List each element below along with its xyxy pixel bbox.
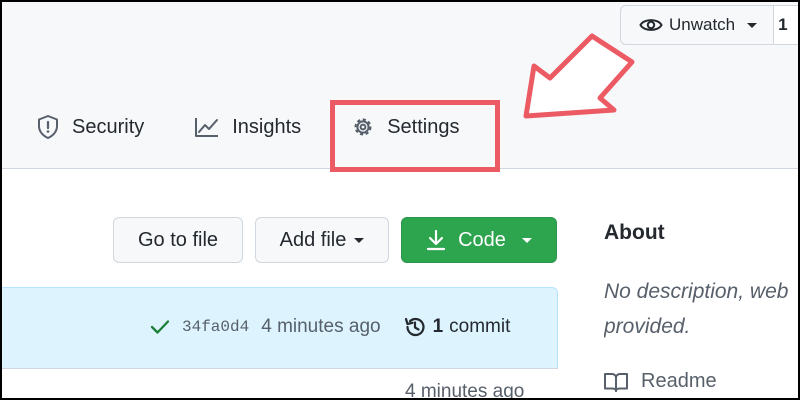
- commit-count-label: commit: [449, 316, 511, 337]
- annotation-arrow: [523, 33, 635, 119]
- chevron-down-icon: [354, 237, 365, 243]
- go-to-file-label: Go to file: [137, 228, 219, 251]
- code-button[interactable]: Code: [401, 217, 557, 263]
- download-icon: [426, 229, 446, 251]
- check-icon: [150, 320, 170, 334]
- history-icon: [404, 317, 425, 337]
- book-icon: [604, 372, 628, 392]
- settings-highlight-box: [330, 100, 500, 172]
- screenshot-frame: Unwatch 1 Security Insights Settings Go …: [0, 0, 800, 400]
- unwatch-label: Unwatch: [669, 15, 736, 34]
- add-file-button[interactable]: Add file: [255, 217, 389, 263]
- commit-history-link[interactable]: 1 commit: [403, 315, 511, 339]
- file-row-time: 4 minutes ago: [405, 381, 525, 400]
- code-label: Code: [458, 228, 506, 251]
- shield-icon: [38, 115, 58, 139]
- commit-time: 4 minutes ago: [261, 316, 381, 337]
- readme-label: Readme: [641, 370, 717, 392]
- about-description: No description, web provided.: [604, 280, 789, 338]
- tab-security-label: Security: [72, 115, 145, 138]
- add-file-label: Add file: [279, 228, 347, 251]
- tab-insights-label: Insights: [232, 115, 302, 138]
- chevron-down-icon: [521, 237, 532, 243]
- commit-count: 1: [432, 316, 444, 337]
- commit-sha-link[interactable]: 34fa0d4: [182, 318, 249, 336]
- tab-security[interactable]: Security: [36, 114, 144, 140]
- latest-commit-info: 34fa0d4 4 minutes ago 1 commit: [150, 315, 510, 339]
- graph-icon: [195, 118, 219, 137]
- watch-count[interactable]: 1: [774, 5, 798, 45]
- readme-link[interactable]: Readme: [603, 370, 717, 393]
- chevron-down-icon: [747, 22, 758, 28]
- about-heading: About: [604, 221, 665, 244]
- tab-insights[interactable]: Insights: [194, 116, 301, 139]
- go-to-file-button[interactable]: Go to file: [113, 217, 243, 263]
